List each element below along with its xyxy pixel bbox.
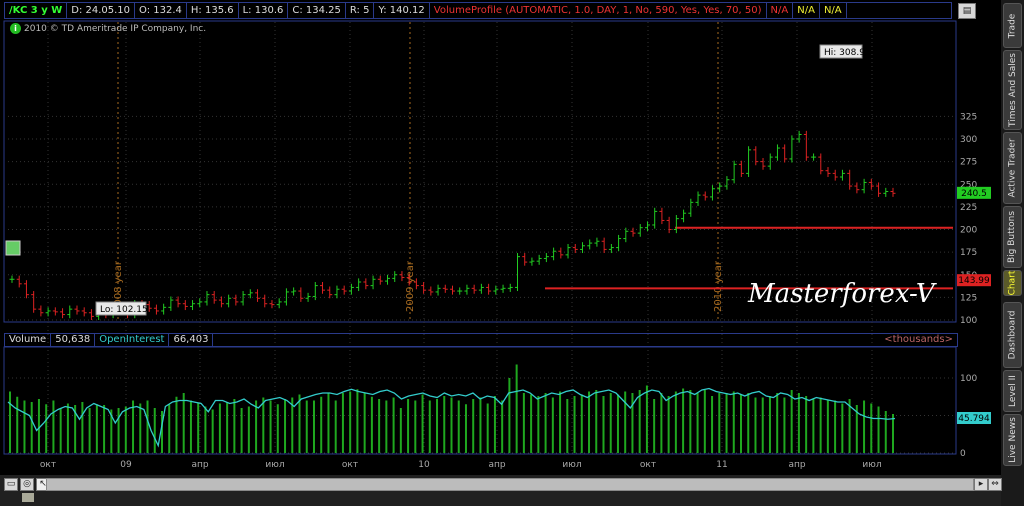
oi-last-badge: 45.794 [958, 414, 990, 424]
na-readout-1: N/A [767, 3, 794, 18]
time-tick-label: июл [562, 460, 581, 470]
level-price-badge: 143.99 [958, 276, 990, 286]
high-readout: H: 135.6 [187, 3, 239, 18]
time-tick-label: 10 [418, 460, 430, 470]
right-tab-label: Chart [1007, 270, 1018, 296]
open-readout: O: 132.4 [135, 3, 187, 18]
right-tab-active-trader[interactable]: Active Trader [1003, 132, 1022, 204]
right-tab-times-and-sales[interactable]: Times And Sales [1003, 50, 1022, 130]
volume-label[interactable]: Volume [5, 334, 52, 346]
time-tick-label: 09 [120, 460, 132, 470]
price-chart[interactable]: 325300275250225200175150125100окт09априю… [0, 0, 1001, 475]
price-tick-label: 300 [960, 135, 977, 145]
range-readout: R: 5 [346, 3, 375, 18]
scroll-right-icon[interactable]: ▸ [974, 478, 988, 491]
oi-label[interactable]: OpenInterest [95, 334, 170, 346]
indicator-header-bar: Volume 50,638 OpenInterest 66,403 <thous… [4, 333, 958, 347]
right-tab-label: Dashboard [1007, 310, 1018, 360]
right-tab-live-news[interactable]: Live News [1003, 414, 1022, 466]
right-tab-label: Active Trader [1007, 138, 1018, 198]
units-label: <thousands> [884, 334, 953, 345]
right-tab-trade[interactable]: Trade [1003, 3, 1022, 48]
right-tab-level-ii[interactable]: Level II [1003, 370, 1022, 412]
chart-settings-icon[interactable]: ▤ [958, 3, 976, 19]
volume-tick-label: 0 [960, 449, 966, 459]
oi-value: 66,403 [169, 334, 214, 346]
right-tab-label: Times And Sales [1007, 53, 1018, 127]
right-tab-label: Level II [1007, 375, 1018, 407]
info-globe-icon[interactable]: i [10, 23, 21, 34]
drawing-icon[interactable]: ◎ [20, 478, 34, 491]
high-callout: Hi: 308.9 [824, 48, 865, 58]
date-readout: D: 24.05.10 [67, 3, 136, 18]
volume-tick-label: 100 [960, 374, 977, 384]
time-tick-label: июл [862, 460, 881, 470]
time-tick-label: окт [640, 460, 656, 470]
year-label: 2009 year [405, 260, 416, 312]
copyright-text: 2010 © TD Ameritrade IP Company, Inc. [24, 23, 207, 34]
time-tick-label: 11 [716, 460, 727, 470]
horizontal-scrollbar[interactable] [46, 478, 974, 491]
low-readout: L: 130.6 [239, 3, 289, 18]
last-price-badge: 240.5 [961, 189, 987, 199]
time-tick-label: окт [40, 460, 56, 470]
close-readout: C: 134.25 [288, 3, 346, 18]
time-tick-label: июл [265, 460, 284, 470]
price-tick-label: 100 [960, 316, 977, 326]
volume-value: 50,638 [51, 334, 96, 346]
right-tab-label: Live News [1007, 417, 1018, 463]
right-tab-dashboard[interactable]: Dashboard [1003, 302, 1022, 368]
right-tab-label: Big Buttons [1007, 210, 1018, 264]
time-tick-label: окт [342, 460, 358, 470]
copyright-notice: i 2010 © TD Ameritrade IP Company, Inc. [10, 23, 206, 34]
right-tab-label: Trade [1007, 13, 1018, 38]
year-label: 2010 year [713, 260, 724, 312]
time-tick-label: апр [191, 460, 208, 470]
price-tick-label: 225 [960, 203, 977, 213]
right-tab-chart[interactable]: Chart [1003, 270, 1022, 296]
y-readout: Y: 140.12 [374, 3, 430, 18]
time-tick-label: апр [488, 460, 505, 470]
right-tab-big-buttons[interactable]: Big Buttons [1003, 206, 1022, 268]
price-tick-label: 275 [960, 158, 977, 168]
left-edge-handle [5, 240, 21, 256]
time-tick-label: апр [788, 460, 805, 470]
price-tick-label: 125 [960, 293, 977, 303]
price-tick-label: 200 [960, 226, 977, 236]
expand-icon[interactable]: ⇔ [988, 478, 1002, 491]
low-callout: Lo: 102.15 [100, 305, 148, 315]
symbol-label[interactable]: /KC 3 y W [5, 3, 68, 18]
na-readout-2: N/A [793, 3, 820, 18]
price-tick-label: 175 [960, 248, 977, 258]
chart-header-bar: /KC 3 y W D: 24.05.10 O: 132.4 H: 135.6 … [4, 2, 952, 19]
price-tick-label: 325 [960, 112, 977, 122]
zoom-icon[interactable]: ▭ [4, 478, 18, 491]
study-label[interactable]: VolumeProfile (AUTOMATIC, 1.0, DAY, 1, N… [430, 3, 767, 18]
watermark-text: Masterforex-V [747, 279, 937, 309]
na-readout-3: N/A [820, 3, 847, 18]
collapse-handle[interactable] [22, 493, 34, 502]
price-pane-frame [3, 20, 957, 323]
